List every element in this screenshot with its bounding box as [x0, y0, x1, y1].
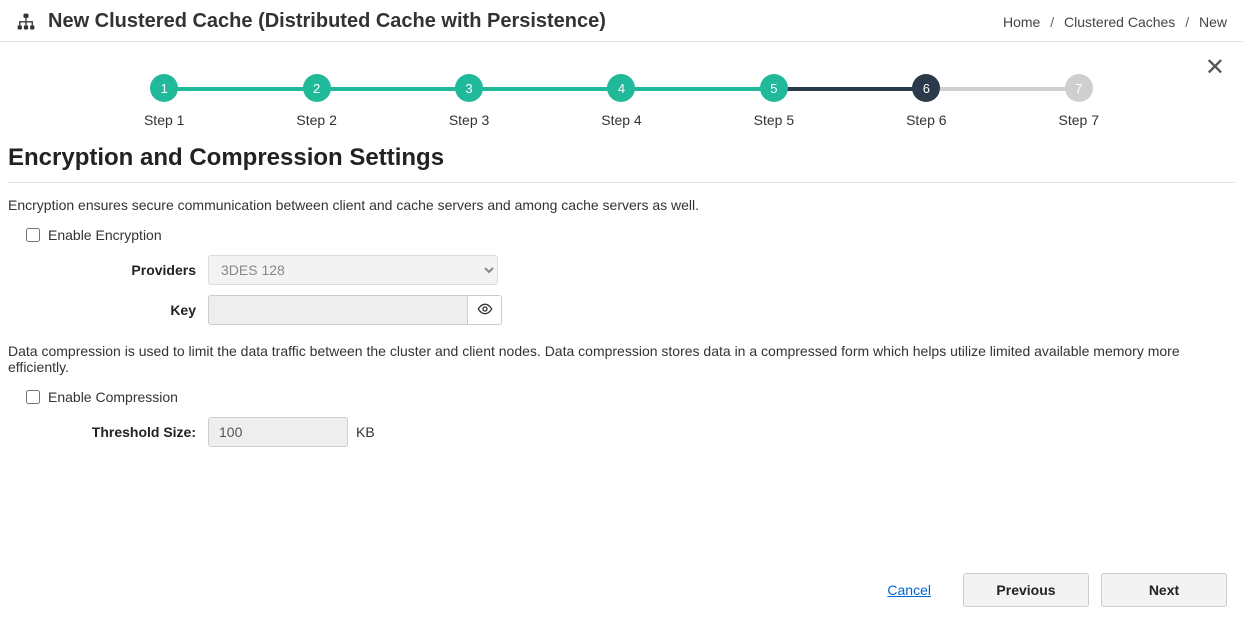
- breadcrumb-sep: /: [1185, 14, 1189, 30]
- eye-icon: [477, 301, 493, 320]
- enable-encryption-label: Enable Encryption: [48, 227, 162, 243]
- previous-button[interactable]: Previous: [963, 573, 1089, 607]
- step-label: Step 3: [449, 112, 489, 128]
- enable-compression-label: Enable Compression: [48, 389, 178, 405]
- step-connector: [164, 87, 316, 91]
- step-connector: [621, 87, 773, 91]
- threshold-label: Threshold Size:: [8, 424, 208, 440]
- reveal-key-button[interactable]: [468, 295, 502, 325]
- key-row: Key: [8, 295, 1235, 325]
- providers-row: Providers 3DES 128: [8, 255, 1235, 285]
- step-label: Step 5: [754, 112, 794, 128]
- providers-label: Providers: [8, 262, 208, 278]
- header-bar: New Clustered Cache (Distributed Cache w…: [0, 0, 1243, 42]
- threshold-row: Threshold Size: KB: [8, 417, 1235, 447]
- step-connector: [926, 87, 1078, 91]
- step-connector: [774, 87, 926, 91]
- step-circle: 3: [455, 74, 483, 102]
- next-button[interactable]: Next: [1101, 573, 1227, 607]
- sitemap-icon: [16, 12, 36, 32]
- step-circle: 2: [303, 74, 331, 102]
- step-7[interactable]: 7 Step 7: [1003, 74, 1155, 128]
- step-circle: 7: [1065, 74, 1093, 102]
- enable-compression-row: Enable Compression: [8, 385, 1235, 417]
- enable-encryption-row: Enable Encryption: [8, 223, 1235, 255]
- step-6[interactable]: 6 Step 6: [850, 74, 1002, 128]
- step-circle: 1: [150, 74, 178, 102]
- step-5[interactable]: 5 Step 5: [698, 74, 850, 128]
- step-circle: 6: [912, 74, 940, 102]
- divider: [8, 182, 1235, 183]
- step-circle: 4: [607, 74, 635, 102]
- compression-description: Data compression is used to limit the da…: [8, 343, 1235, 375]
- providers-select[interactable]: 3DES 128: [208, 255, 498, 285]
- threshold-unit: KB: [356, 424, 375, 440]
- breadcrumb-home[interactable]: Home: [1003, 14, 1040, 30]
- enable-encryption-checkbox[interactable]: [26, 228, 40, 242]
- enable-compression-checkbox[interactable]: [26, 390, 40, 404]
- step-label: Step 6: [906, 112, 946, 128]
- wizard-footer: Cancel Previous Next: [8, 557, 1235, 615]
- step-2[interactable]: 2 Step 2: [240, 74, 392, 128]
- step-connector: [469, 87, 621, 91]
- step-1[interactable]: 1 Step 1: [88, 74, 240, 128]
- content-area: ✕ 1Step 12Step 23Step 34Step 45Step 56St…: [0, 42, 1243, 631]
- step-3[interactable]: 3 Step 3: [393, 74, 545, 128]
- breadcrumb: Home / Clustered Caches / New: [1003, 14, 1227, 30]
- threshold-size-field[interactable]: [208, 417, 348, 447]
- step-4[interactable]: 4 Step 4: [545, 74, 697, 128]
- breadcrumb-new: New: [1199, 14, 1227, 30]
- section-title: Encryption and Compression Settings: [8, 140, 1235, 182]
- page-title: New Clustered Cache (Distributed Cache w…: [48, 10, 606, 33]
- cancel-button[interactable]: Cancel: [887, 582, 931, 598]
- header-left: New Clustered Cache (Distributed Cache w…: [16, 10, 606, 33]
- encryption-description: Encryption ensures secure communication …: [8, 197, 1235, 213]
- breadcrumb-caches[interactable]: Clustered Caches: [1064, 14, 1175, 30]
- step-label: Step 7: [1059, 112, 1099, 128]
- step-circle: 5: [760, 74, 788, 102]
- key-input-group: [208, 295, 502, 325]
- step-label: Step 2: [296, 112, 336, 128]
- step-label: Step 1: [144, 112, 184, 128]
- key-label: Key: [8, 302, 208, 318]
- wizard-stepper: 1 Step 1 2 Step 2 3 Step 3 4 Step 4 5 Step 5 6 Step…: [8, 42, 1235, 140]
- breadcrumb-sep: /: [1050, 14, 1054, 30]
- step-label: Step 4: [601, 112, 641, 128]
- key-field[interactable]: [208, 295, 468, 325]
- step-connector: [317, 87, 469, 91]
